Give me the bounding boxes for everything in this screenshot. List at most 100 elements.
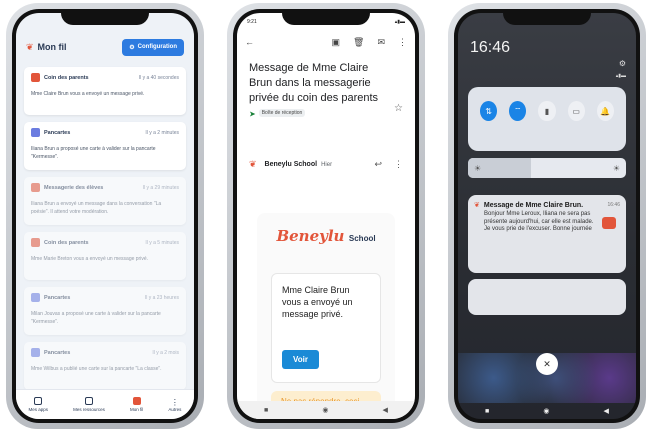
status-icons: ▴▮▬ — [615, 73, 626, 79]
wifi-icon[interactable]: ⌔ — [509, 101, 527, 121]
nav-mes-apps[interactable]: Mes apps — [28, 397, 49, 412]
data-toggle-icon[interactable]: ⇅ — [480, 101, 498, 121]
more-vert-icon[interactable]: ⋮ — [394, 159, 403, 170]
voir-button[interactable]: Voir — [282, 350, 319, 369]
email-screen: 9:21 ▴▮▬ ← ▣ 🗑 ✉ ⋮ Message de Mme Claire … — [237, 13, 415, 419]
phone-notification: 16:46 ⚙ ▴▮▬ ⇅ ⌔ ▮ ▭ 🔔 ☀ ☀ ❦ Message de Mme… — [448, 3, 646, 429]
card-title: Pancartes — [44, 129, 71, 136]
nav-label: Mes apps — [28, 407, 49, 412]
card-body: Iliana Brun a envoyé un message dans la … — [31, 201, 162, 215]
lock-screen: 16:46 ⚙ ▴▮▬ ⇅ ⌔ ▮ ▭ 🔔 ☀ ☀ ❦ Message de Mme… — [458, 13, 636, 419]
star-icon[interactable]: ☆ — [394, 103, 403, 114]
label-arrow-icon: ➤ — [249, 109, 256, 119]
more-vert-icon[interactable]: ⋮ — [398, 37, 407, 48]
card-title: Coin des parents — [44, 239, 89, 246]
card-body: Mme Claire Brun vous a envoyé un message… — [31, 91, 145, 97]
card-time: Il y a 2 minutes — [145, 129, 179, 136]
email-subject: Message de Mme Claire Brun dans la messa… — [249, 61, 387, 121]
home-icon[interactable]: ◉ — [322, 406, 328, 414]
card-time: Il y a 2 mois — [152, 349, 179, 356]
flashlight-icon[interactable]: ▮ — [538, 101, 556, 121]
bell-icon[interactable]: 🔔 — [596, 101, 615, 121]
pancartes-icon — [31, 348, 40, 357]
book-icon — [85, 397, 94, 405]
card-title: Pancartes — [44, 294, 71, 301]
feed-card[interactable]: Pancartes Il y a 23 heures Milan Jouvas a … — [24, 287, 186, 335]
card-body: Milan Jouvas a proposé une carte à valid… — [31, 311, 161, 325]
card-body: Mme Wilbus a publié une carte sur la pan… — [31, 366, 162, 372]
inbox-badge[interactable]: Boîte de réception — [258, 109, 306, 117]
email-toolbar: ← ▣ 🗑 ✉ ⋮ — [245, 35, 407, 49]
feed-card[interactable]: Coin des parents Il y a 40 secondes Mme Cl… — [24, 67, 186, 115]
page-title: Mon fil — [37, 42, 67, 52]
trash-icon[interactable]: 🗑 — [353, 37, 364, 48]
parents-corner-icon — [31, 238, 40, 247]
settings-icon[interactable]: ⚙ — [619, 59, 626, 68]
card-icon[interactable]: ▭ — [567, 101, 585, 121]
logo-sub: School — [348, 234, 376, 243]
notch — [503, 9, 591, 25]
feed-icon — [132, 397, 141, 405]
card-body: Mme Marie Breton vous a envoyé un messag… — [31, 256, 148, 262]
configuration-button[interactable]: ⚙ Configuration — [122, 38, 184, 56]
recents-icon[interactable]: ■ — [264, 407, 268, 414]
messaging-icon — [31, 183, 40, 192]
nav-mes-ressources[interactable]: Mes ressources — [73, 397, 105, 412]
android-nav: ■ ◉ ◀ — [458, 403, 636, 419]
more-icon: ⋮ — [170, 397, 179, 407]
status-bar: 9:21 ▴▮▬ — [247, 17, 405, 27]
subject-text: Message de Mme Claire Brun dans la messa… — [249, 62, 379, 104]
brightness-slider[interactable]: ☀ ☀ — [468, 158, 626, 178]
feed-list: Coin des parents Il y a 40 secondes Mme Cl… — [24, 67, 186, 397]
back-icon[interactable]: ◀ — [604, 407, 609, 415]
sender-row: ❦ Beneylu School Hier ↩ ⋮ — [249, 159, 403, 170]
back-arrow-icon[interactable]: ← — [245, 37, 254, 47]
card-time: Il y a 40 secondes — [138, 74, 179, 81]
recents-icon[interactable]: ■ — [485, 408, 489, 415]
logo-main: Beneylu — [276, 227, 345, 245]
mail-icon[interactable]: ✉ — [377, 37, 385, 48]
message-card: Mme Claire Brun vous a envoyé un message… — [271, 273, 381, 383]
card-time: Il y a 23 heures — [144, 294, 179, 301]
feed-card[interactable]: Pancartes Il y a 2 minutes Iliana Brun a p… — [24, 122, 186, 170]
feed-card[interactable]: Pancartes Il y a 2 mois Mme Wilbus a publi… — [24, 342, 186, 390]
back-icon[interactable]: ◀ — [383, 406, 388, 414]
card-time: Il y a 5 minutes — [145, 239, 179, 246]
status-time: 9:21 — [247, 19, 257, 25]
sender-avatar-icon: ❦ — [249, 159, 257, 169]
notification-card-empty[interactable] — [468, 279, 626, 315]
email-date: Hier — [321, 161, 333, 168]
app-logo-icon: ❦ — [26, 41, 34, 52]
apps-icon — [34, 397, 43, 405]
clock: 16:46 — [470, 39, 511, 56]
card-body: Iliana Brun a proposé une carte à valide… — [31, 146, 156, 160]
home-icon[interactable]: ◉ — [543, 407, 549, 415]
android-nav: ■ ◉ ◀ — [237, 401, 415, 419]
pancartes-icon — [31, 293, 40, 302]
sun-icon: ☀ — [474, 163, 482, 173]
notification-body: Bonjour Mme Leroux, Iliana ne sera pas p… — [484, 211, 594, 232]
gear-icon: ⚙ — [129, 44, 135, 51]
card-title: Messagerie des élèves — [44, 184, 104, 191]
configuration-label: Configuration — [137, 44, 177, 50]
nav-label: Mon fil — [130, 407, 144, 412]
feed-card[interactable]: Messagerie des élèves Il y a 29 minutes Il… — [24, 177, 186, 225]
feed-card[interactable]: Coin des parents Il y a 5 minutes Mme Mari… — [24, 232, 186, 280]
message-text: Mme Claire Brun vous a envoyé un message… — [282, 285, 353, 319]
card-time: Il y a 29 minutes — [142, 184, 179, 191]
sun-icon: ☀ — [612, 163, 620, 173]
notification-card[interactable]: ❦ Message de Mme Claire Brun. 16:46 Bonjou… — [468, 195, 626, 273]
sender-name: Beneylu School — [264, 161, 318, 168]
notification-time: 16:46 — [607, 202, 620, 208]
nav-autres[interactable]: ⋮ Autres — [168, 398, 181, 412]
app-screen: ❦ Mon fil ⚙ Configuration Coin des paren… — [16, 13, 194, 419]
nav-mon-fil[interactable]: Mon fil — [130, 397, 143, 412]
card-title: Coin des parents — [44, 74, 89, 81]
signal-battery-icon: ▴▮▬ — [394, 19, 405, 25]
bottom-nav: Mes apps Mes ressources Mon fil ⋮ Autres — [16, 389, 194, 419]
archive-icon[interactable]: ▣ — [332, 37, 341, 48]
nav-label: Mes ressources — [73, 407, 105, 412]
close-icon[interactable]: ✕ — [536, 353, 558, 375]
notch — [61, 9, 149, 25]
reply-icon[interactable]: ↩ — [374, 159, 382, 170]
